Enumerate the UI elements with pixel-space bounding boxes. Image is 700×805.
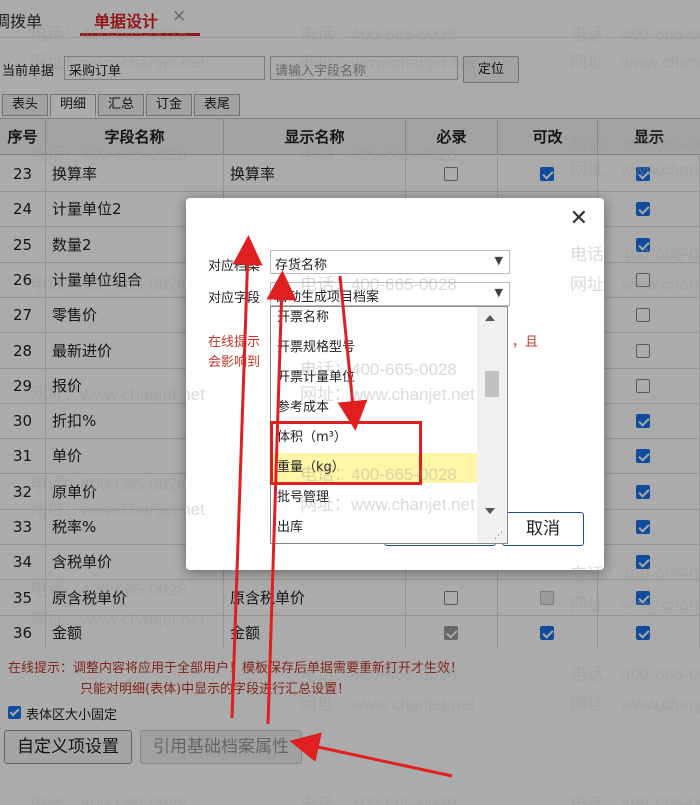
annotation-arrows <box>230 235 453 778</box>
arrow-to-field <box>266 270 297 725</box>
arrow-to-highlight <box>337 275 368 431</box>
arrow-to-ref-button <box>289 732 453 778</box>
arrow-to-archive <box>230 235 263 719</box>
